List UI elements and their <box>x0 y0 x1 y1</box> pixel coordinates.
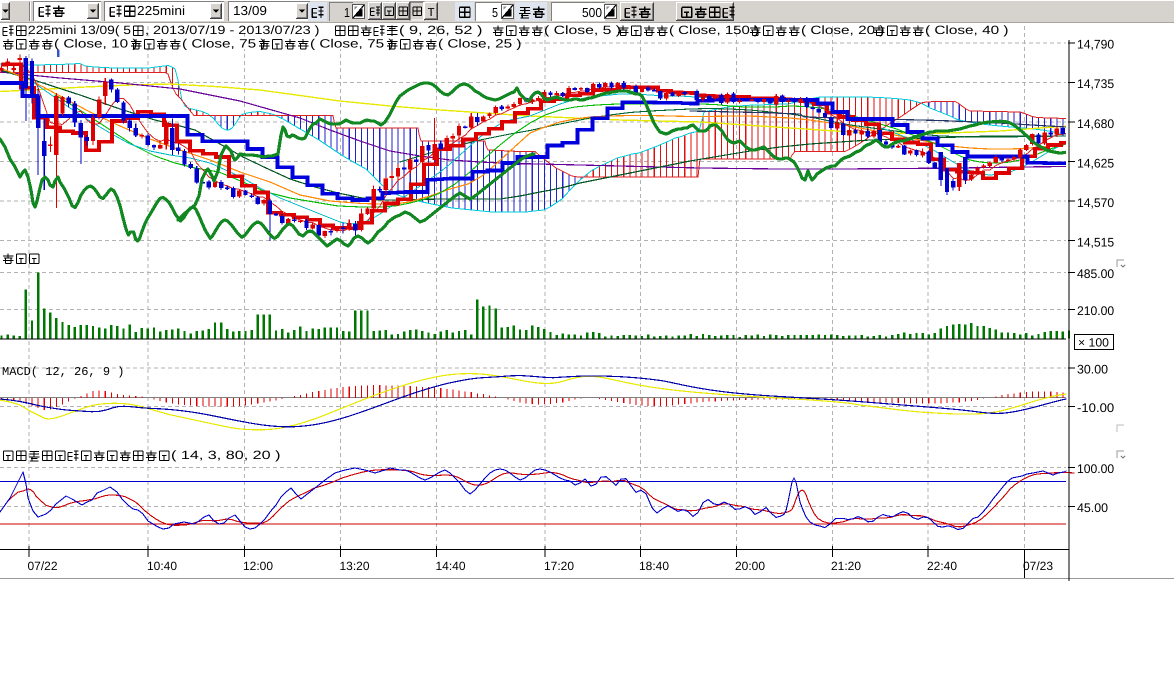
svg-text:45.00: 45.00 <box>1077 501 1108 515</box>
svg-text:17:20: 17:20 <box>544 559 574 573</box>
svg-text:485.00: 485.00 <box>1077 267 1114 281</box>
svg-text:T: T <box>428 6 435 20</box>
svg-text:14,735: 14,735 <box>1077 77 1114 91</box>
svg-text:210.00: 210.00 <box>1077 304 1114 318</box>
svg-text:07/22: 07/22 <box>28 559 58 573</box>
svg-text:21:20: 21:20 <box>831 559 861 573</box>
svg-text:1: 1 <box>344 5 350 20</box>
svg-text:( Close, 20 ): ( Close, 20 ) <box>801 23 885 37</box>
svg-text:14,790: 14,790 <box>1077 38 1114 52</box>
svg-text:( Close, 25 ): ( Close, 25 ) <box>438 37 522 51</box>
svg-text:18:40: 18:40 <box>639 559 669 573</box>
svg-text:× 100: × 100 <box>1078 336 1109 350</box>
svg-text:20:00: 20:00 <box>735 559 765 573</box>
svg-text:, 2013/07/19 - 2013/07/23 ): , 2013/07/19 - 2013/07/23 ) <box>145 23 320 37</box>
svg-text:14:40: 14:40 <box>436 559 466 573</box>
svg-text:14,625: 14,625 <box>1077 156 1114 170</box>
svg-text:14,515: 14,515 <box>1077 235 1114 249</box>
svg-text:( Close, 75 ): ( Close, 75 ) <box>182 37 266 51</box>
svg-text:MACD( 12, 26, 9 ): MACD( 12, 26, 9 ) <box>2 365 124 379</box>
svg-text:( Close, 10 ): ( Close, 10 ) <box>54 37 138 51</box>
svg-text:22:40: 22:40 <box>927 559 957 573</box>
svg-text:12:00: 12:00 <box>243 559 273 573</box>
svg-text:07/23: 07/23 <box>1023 559 1053 573</box>
svg-text:( Close, 40 ): ( Close, 40 ) <box>925 23 1009 37</box>
svg-text:-10.00: -10.00 <box>1077 401 1114 415</box>
svg-text:500: 500 <box>582 5 602 20</box>
svg-text:5: 5 <box>492 5 498 20</box>
svg-text:( Close, 150 ): ( Close, 150 ) <box>669 23 759 37</box>
svg-text:( 14, 3, 80, 20 ): ( 14, 3, 80, 20 ) <box>171 448 281 462</box>
svg-text:( Close, 5 ): ( Close, 5 ) <box>544 23 621 37</box>
svg-text:( 9, 26, 52 ): ( 9, 26, 52 ) <box>399 23 483 37</box>
svg-text:14,570: 14,570 <box>1077 196 1114 210</box>
svg-text:225mini 13/09( 5: 225mini 13/09( 5 <box>28 23 131 37</box>
svg-text:100.00: 100.00 <box>1077 462 1114 476</box>
svg-text:13:20: 13:20 <box>340 559 370 573</box>
svg-text:13/09: 13/09 <box>233 3 267 18</box>
svg-text:14,680: 14,680 <box>1077 117 1114 131</box>
svg-text:10:40: 10:40 <box>147 559 177 573</box>
svg-text:30.00: 30.00 <box>1077 363 1108 377</box>
svg-text:( Close, 75 ): ( Close, 75 ) <box>310 37 394 51</box>
svg-text:225mini: 225mini <box>137 3 185 18</box>
